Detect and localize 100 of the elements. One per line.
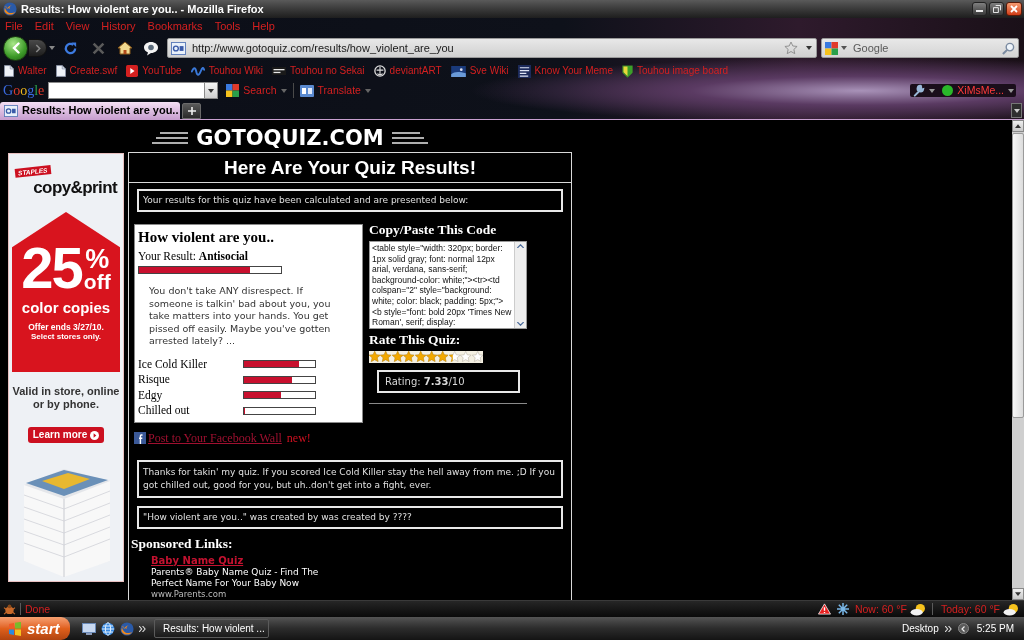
menu-item[interactable]: Bookmarks: [147, 20, 203, 32]
bookmark-item[interactable]: Walter: [4, 65, 47, 77]
menu-item[interactable]: History: [101, 20, 136, 32]
window-title: Results: How violent are you.. - Mozilla Firefox: [21, 3, 264, 15]
bookmark-item[interactable]: Sve Wiki: [450, 65, 509, 77]
bookmark-item[interactable]: deviantART: [373, 65, 442, 77]
star-icon[interactable]: [437, 351, 449, 363]
wrench-icon[interactable]: [912, 84, 926, 97]
restore-button[interactable]: [989, 2, 1004, 16]
rating-heading: Rate This Quiz:: [369, 331, 462, 347]
bookmark-item[interactable]: Create.swf: [55, 65, 118, 77]
search-field[interactable]: Google: [853, 40, 999, 56]
two-panel-icon: [299, 84, 314, 97]
warning-icon[interactable]: [817, 603, 831, 615]
weather-reading[interactable]: Today: 60 °F: [940, 603, 1000, 615]
forward-button[interactable]: [28, 39, 47, 57]
ad-product: color copies: [21, 300, 111, 316]
menu-item[interactable]: Help: [252, 20, 275, 32]
scroll-down-button[interactable]: [1012, 588, 1024, 600]
new-label: new!: [286, 432, 311, 444]
star-icon[interactable]: [460, 351, 472, 363]
play-circle-icon: [90, 430, 100, 440]
star-rating[interactable]: [369, 350, 483, 363]
caret-icon[interactable]: [929, 88, 936, 93]
bookmark-item[interactable]: Know Your Meme: [517, 64, 613, 78]
weather-reading[interactable]: Now: 60 °F: [854, 603, 907, 615]
star-icon[interactable]: [369, 351, 381, 363]
result-text: Your Result: Antisocial: [138, 250, 250, 263]
speech-bubble-icon[interactable]: [143, 40, 159, 56]
bookmark-item[interactable]: Touhou image board: [622, 64, 729, 78]
menu-item[interactable]: Tools: [214, 20, 241, 32]
taskbar-window-button[interactable]: Results: How violent ...: [154, 619, 269, 638]
star-icon[interactable]: [380, 351, 392, 363]
grid-icon: [226, 84, 240, 97]
star-icon[interactable]: [448, 351, 461, 363]
discount-suffix: off: [83, 272, 111, 291]
caret-icon[interactable]: [841, 46, 847, 50]
flame-globe-icon[interactable]: [120, 621, 134, 636]
search-box[interactable]: Google: [821, 38, 1019, 58]
logo-tile-icon: [171, 41, 186, 55]
quiz-title: How violent are you..: [138, 228, 275, 246]
double-chevron-icon[interactable]: [139, 625, 146, 632]
back-button[interactable]: [3, 35, 28, 61]
scroll-up-button[interactable]: [1012, 120, 1024, 132]
reload-icon[interactable]: [63, 40, 78, 56]
star-icon[interactable]: [471, 351, 483, 363]
bookmark-star-icon[interactable]: [784, 41, 798, 55]
snowflake-icon[interactable]: [836, 603, 849, 615]
ad-headline: copy&print: [33, 179, 117, 197]
toolbar-button[interactable]: Search: [226, 84, 287, 97]
minimize-icon: [976, 10, 983, 12]
caret-icon: [208, 88, 215, 93]
star-icon[interactable]: [414, 351, 426, 363]
search-icon[interactable]: [1002, 41, 1015, 55]
close-icon: [1010, 5, 1018, 13]
status-dot-icon: [942, 85, 954, 96]
bookmark-item[interactable]: YouTube: [126, 65, 182, 77]
logo-tile-icon: [4, 104, 18, 117]
globe-icon[interactable]: [101, 621, 115, 636]
menu-item[interactable]: File: [5, 20, 23, 32]
home-icon[interactable]: [117, 41, 133, 55]
learn-more-button[interactable]: Learn more: [27, 427, 105, 443]
monitor-icon[interactable]: [82, 622, 96, 635]
scroll-up-icon[interactable]: [517, 244, 524, 248]
start-button[interactable]: start: [0, 617, 70, 640]
star-icon[interactable]: [403, 351, 415, 363]
scroll-down-icon[interactable]: [517, 321, 524, 326]
credit-message: "How violent are you.." was created by was created by ????: [137, 506, 563, 529]
sponsored-url: www.Parents.com: [151, 589, 227, 599]
star-icon[interactable]: [391, 351, 404, 363]
caret-icon: [1013, 108, 1020, 113]
sponsored-link[interactable]: Baby Name Quiz: [151, 555, 244, 567]
menu-item[interactable]: View: [65, 20, 90, 32]
star-icon[interactable]: [425, 351, 438, 363]
scroll-up-icon: [1015, 124, 1021, 128]
sponsored-heading: Sponsored Links:: [131, 536, 234, 551]
double-chevron-icon[interactable]: [944, 625, 952, 632]
caret-icon[interactable]: [1008, 88, 1014, 93]
caret-icon[interactable]: [806, 46, 812, 50]
menu-item[interactable]: Edit: [34, 20, 54, 32]
cross-icon[interactable]: [92, 41, 105, 55]
toolbar-label[interactable]: Desktop: [902, 623, 939, 634]
toolbar-button[interactable]: Translate: [299, 84, 371, 97]
flag-icon: [8, 621, 22, 636]
browser-tab[interactable]: Results: How violent are you..: [0, 102, 180, 119]
tab-list-button[interactable]: [1011, 103, 1022, 118]
code-text: <table style="width: 320px; border: 1px solid gray; font: normal 12px arial, verdana, sans-serif; background-color: white;"><tr><td colspan="2" style="background: white; color: black; padding: 5px;"><b style="font: bold 20px 'Times New Roman', serif; display:: [371, 242, 513, 328]
address-field[interactable]: http://www.gotoquiz.com/results/how_violent_are_you: [167, 38, 817, 58]
minimize-button[interactable]: [972, 2, 987, 16]
toolbar-search-field[interactable]: [48, 82, 206, 99]
new-tab-button[interactable]: [182, 103, 201, 119]
scrollbar-thumb[interactable]: [1012, 133, 1024, 418]
tray-toggle-button[interactable]: [957, 623, 969, 634]
label-icon: [272, 67, 287, 75]
dropdown-button[interactable]: [205, 82, 219, 99]
caret-icon[interactable]: [49, 46, 55, 50]
facebook-link[interactable]: Post to Your Facebook Wall: [148, 432, 282, 444]
bookmark-item[interactable]: Touhou no Sekai: [272, 66, 365, 76]
bookmark-item[interactable]: Touhou Wiki: [190, 66, 264, 76]
close-button[interactable]: [1006, 2, 1022, 16]
